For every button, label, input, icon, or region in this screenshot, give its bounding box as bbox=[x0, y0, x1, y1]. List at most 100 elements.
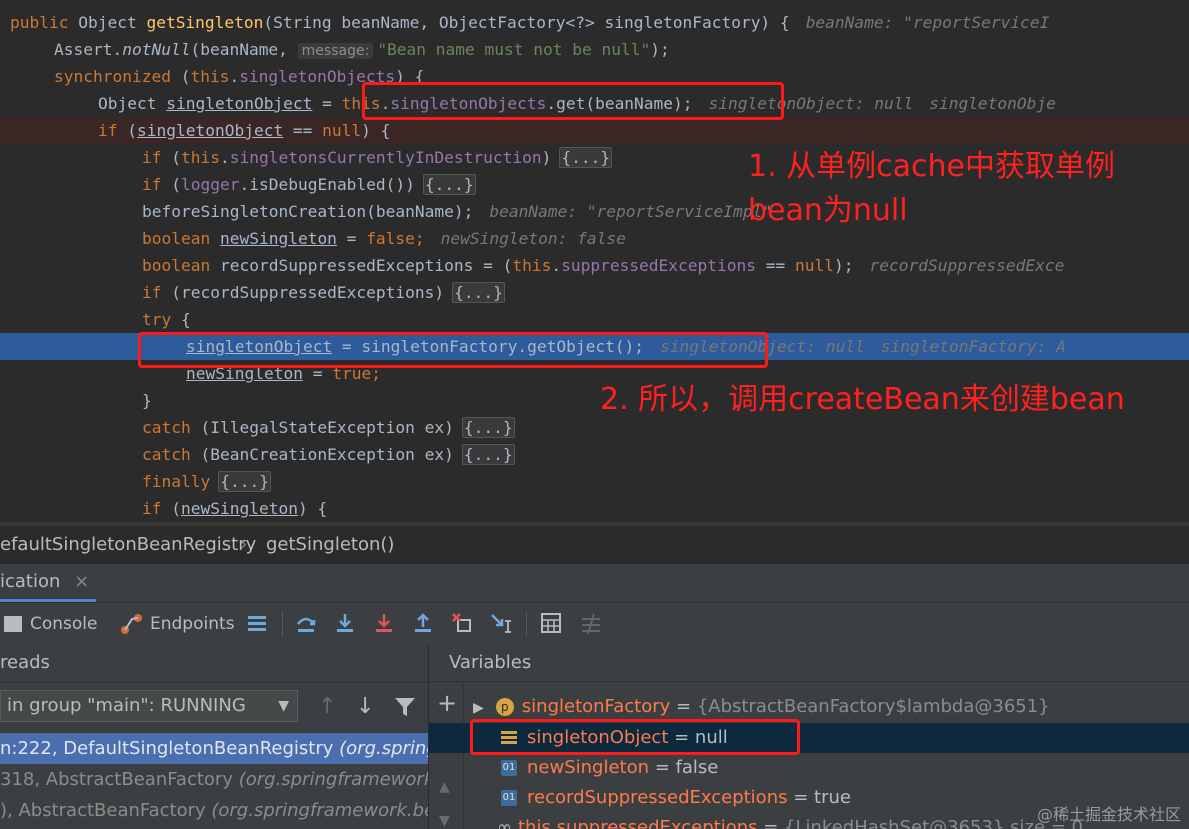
code-text: ); bbox=[650, 40, 670, 59]
keyword: if bbox=[142, 499, 162, 518]
code-text: (IllegalStateException ex) bbox=[190, 418, 454, 437]
parameter-icon: p bbox=[495, 698, 514, 716]
panel-title: reads bbox=[0, 652, 50, 673]
trace-current-stream-icon[interactable] bbox=[580, 612, 602, 634]
code-text: ( bbox=[161, 499, 181, 518]
keyword: this bbox=[181, 148, 220, 167]
variable-row[interactable]: ▶ p singletonFactory = {AbstractBeanFactor… bbox=[429, 692, 1189, 722]
frames-panel-header: reads bbox=[0, 644, 428, 683]
chevron-right-icon[interactable]: ▶ bbox=[473, 700, 484, 716]
panel-title: Variables bbox=[449, 652, 532, 673]
keyword: if bbox=[142, 175, 162, 194]
highlight-box-variable bbox=[470, 719, 800, 755]
code-text: ) bbox=[541, 148, 552, 167]
field-name: logger bbox=[181, 175, 240, 194]
step-into-icon[interactable] bbox=[334, 612, 356, 634]
local-variable-icon: 01 bbox=[501, 790, 517, 806]
debug-toolbar: Console Endpoints bbox=[0, 602, 1189, 645]
folded-block[interactable]: {...} bbox=[559, 147, 613, 168]
debug-tab-application[interactable]: ication × bbox=[0, 564, 96, 602]
code-text: . bbox=[219, 148, 230, 167]
inline-debug-hint: newSingleton: false bbox=[440, 229, 626, 248]
code-text: ( bbox=[117, 121, 137, 140]
frame-package: (org.springfra bbox=[339, 738, 428, 759]
variable-name: singletonFactory bbox=[521, 696, 671, 717]
step-out-icon[interactable] bbox=[412, 612, 434, 634]
stack-frame[interactable]: n:222, DefaultSingletonBeanRegistry (org… bbox=[0, 733, 428, 764]
arrow-down-icon[interactable]: ↓ bbox=[356, 694, 374, 719]
folded-block[interactable]: {...} bbox=[452, 282, 505, 303]
stack-frame[interactable]: 318, AbstractBeanFactory (org.springfram… bbox=[0, 764, 428, 795]
annotation-note-2: 2. 所以，调用createBean来创建bean bbox=[600, 382, 1125, 417]
breadcrumb-method[interactable]: getSingleton() bbox=[266, 526, 394, 564]
variable-name: singletonObject bbox=[137, 121, 284, 140]
keyword: if bbox=[142, 148, 162, 167]
keyword: catch bbox=[142, 418, 191, 437]
thread-selector[interactable]: in group "main": RUNNING ▼ bbox=[0, 690, 298, 722]
step-over-icon[interactable] bbox=[295, 612, 317, 634]
code-text: ); bbox=[833, 256, 854, 275]
code-line-1: public Object getSingleton(String beanNa… bbox=[0, 9, 1189, 36]
run-to-cursor-icon[interactable] bbox=[490, 612, 512, 634]
code-text: (beanName, bbox=[190, 40, 298, 59]
frame-location: ), AbstractBeanFactory bbox=[0, 800, 212, 821]
evaluate-expression-icon[interactable] bbox=[540, 612, 562, 634]
inline-debug-hint: beanName: "reportServiceI bbox=[805, 13, 1050, 32]
variable-row[interactable]: 01 newSingleton = false bbox=[429, 753, 1189, 783]
code-line-10: boolean recordSuppressedExceptions = (th… bbox=[0, 252, 1189, 279]
code-line-11: if (recordSuppressedExceptions) {...} bbox=[0, 279, 1189, 306]
tab-label: ication bbox=[0, 571, 61, 592]
arrow-up-icon[interactable]: ↑ bbox=[318, 694, 336, 719]
frame-package: (org.springframework.be bbox=[238, 769, 428, 790]
frame-package: (org.springframework.bean bbox=[211, 800, 428, 821]
folded-block[interactable]: {...} bbox=[422, 174, 476, 195]
folded-block[interactable]: {...} bbox=[218, 471, 271, 492]
code-text: = bbox=[312, 94, 342, 113]
drop-frame-icon[interactable] bbox=[451, 612, 473, 634]
variable-name: newSingleton bbox=[219, 229, 337, 248]
stack-frame[interactable]: ), AbstractBeanFactory (org.springframew… bbox=[0, 795, 428, 826]
variable-value: false bbox=[675, 757, 719, 778]
keyword: if bbox=[142, 283, 162, 302]
toolbar-separator bbox=[526, 611, 527, 637]
annotation-text: 1. 从单例cache中获取单例 bbox=[748, 149, 1116, 184]
breadcrumb-class[interactable]: efaultSingletonBeanRegistry bbox=[0, 526, 256, 564]
code-text: == bbox=[756, 256, 795, 275]
code-text: .isDebugEnabled()) bbox=[239, 175, 415, 194]
code-editor[interactable]: public Object getSingleton(String beanNa… bbox=[0, 0, 1189, 522]
highlight-box-getobject bbox=[138, 332, 768, 368]
endpoints-tab[interactable]: Endpoints bbox=[120, 603, 235, 645]
code-text: ) { bbox=[361, 121, 391, 140]
close-icon[interactable]: × bbox=[74, 571, 89, 592]
variable-name: recordSuppressedExceptions bbox=[527, 787, 788, 808]
filter-icon[interactable] bbox=[394, 697, 416, 717]
keyword: null bbox=[322, 121, 362, 140]
variable-name: this.suppressedExceptions bbox=[518, 817, 758, 829]
code-text: ( bbox=[161, 175, 181, 194]
keyword: null bbox=[795, 256, 834, 275]
endpoints-label: Endpoints bbox=[150, 614, 235, 634]
highlight-box-get bbox=[362, 82, 784, 120]
variable-equals: = bbox=[649, 757, 676, 778]
method-name: notNull bbox=[122, 40, 191, 59]
toolbar-separator bbox=[282, 611, 283, 637]
force-step-into-icon[interactable] bbox=[373, 612, 395, 634]
folded-block[interactable]: {...} bbox=[461, 444, 515, 465]
threads-list-icon[interactable] bbox=[246, 612, 268, 634]
code-text: . bbox=[551, 256, 562, 275]
keyword: catch bbox=[142, 445, 191, 464]
annotation-note-1: 1. 从单例cache中获取单例 bean为null bbox=[748, 145, 1115, 233]
code-line-5: if (singletonObject == null) { bbox=[0, 117, 1189, 144]
variable-equals: = bbox=[670, 696, 697, 717]
console-tab[interactable]: Console bbox=[4, 603, 98, 645]
code-text: recordSuppressedExceptions = ( bbox=[210, 256, 513, 275]
keyword: false bbox=[366, 229, 415, 248]
code-text: Object bbox=[98, 94, 167, 113]
debug-tab-bar: ication × bbox=[0, 564, 1189, 602]
code-text: ( bbox=[161, 148, 181, 167]
code-line-12: try { bbox=[0, 306, 1189, 333]
breadcrumb-separator: › bbox=[240, 534, 248, 555]
variable-equals: = bbox=[787, 787, 815, 808]
folded-block[interactable]: {...} bbox=[461, 417, 515, 438]
endpoints-icon bbox=[121, 614, 142, 634]
